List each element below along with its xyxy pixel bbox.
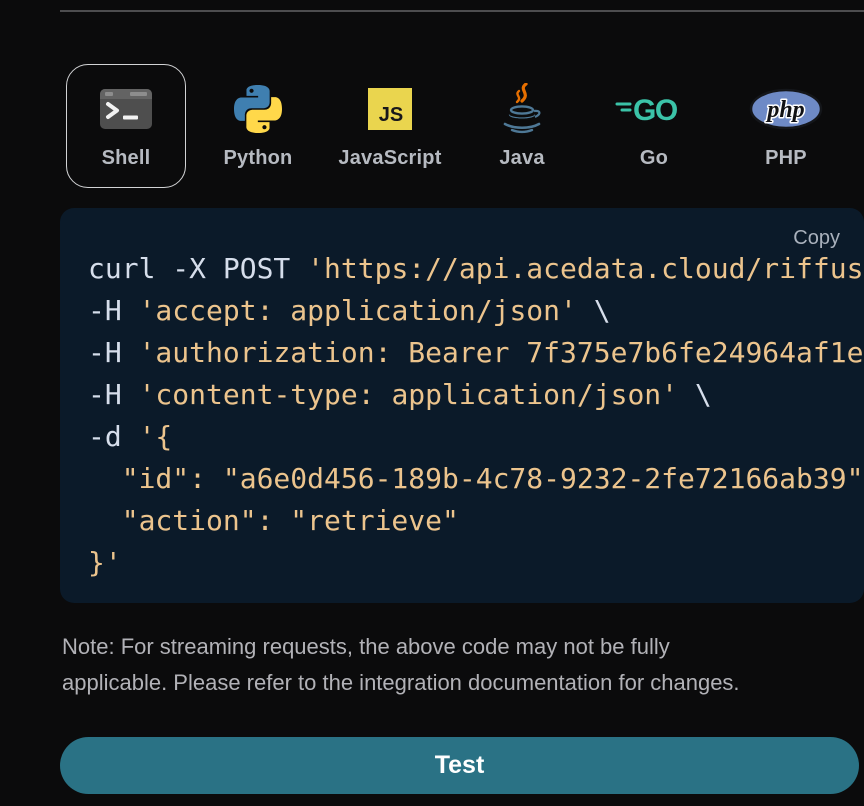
svg-text:php: php [765, 97, 804, 123]
tab-javascript-label: JavaScript [338, 146, 442, 169]
tab-java-label: Java [499, 146, 545, 169]
streaming-note-line2: applicable. Please refer to the integrat… [62, 670, 740, 695]
code-line: "action": "retrieve" [88, 504, 459, 537]
code-line: -H 'accept: application/json' \ [88, 294, 611, 327]
tab-python[interactable]: Python [198, 64, 318, 188]
top-divider [60, 10, 864, 12]
curl-code: curl -X POST 'https://api.acedata.cloud/… [60, 208, 864, 584]
code-line: "id": "a6e0d456-189b-4c78-9232-2fe72166a… [88, 462, 864, 495]
tab-go-label: Go [639, 146, 669, 169]
code-line: -H 'authorization: Bearer 7f375e7b6fe249… [88, 336, 864, 369]
streaming-note-line1: Note: For streaming requests, the above … [62, 634, 670, 659]
code-line: curl -X POST 'https://api.acedata.cloud/… [88, 252, 864, 285]
go-icon: GO [614, 83, 694, 135]
code-block: Copy curl -X POST 'https://api.acedata.c… [60, 208, 864, 603]
svg-text:JS: JS [379, 104, 403, 126]
tab-shell-label: Shell [101, 146, 151, 169]
copy-button[interactable]: Copy [793, 227, 840, 250]
code-line: -H 'content-type: application/json' \ [88, 378, 712, 411]
javascript-icon: JS [368, 83, 412, 135]
python-icon [234, 83, 282, 135]
test-button[interactable]: Test [60, 737, 859, 794]
tab-go[interactable]: GO Go [594, 64, 714, 188]
language-tabs: Shell Python JS JavaScript Java GO Go ph… [66, 64, 864, 188]
tab-php[interactable]: php PHP [726, 64, 846, 188]
tab-javascript[interactable]: JS JavaScript [330, 64, 450, 188]
code-line: }' [88, 546, 122, 579]
tab-python-label: Python [223, 146, 293, 169]
streaming-note: Note: For streaming requests, the above … [62, 629, 862, 701]
code-line: -d '{ [88, 420, 173, 453]
tab-java[interactable]: Java [462, 64, 582, 188]
tab-php-label: PHP [765, 146, 807, 169]
php-icon: php [749, 83, 823, 135]
java-icon [500, 82, 544, 135]
terminal-icon [100, 83, 152, 135]
svg-text:GO: GO [633, 94, 678, 127]
tab-shell[interactable]: Shell [66, 64, 186, 188]
